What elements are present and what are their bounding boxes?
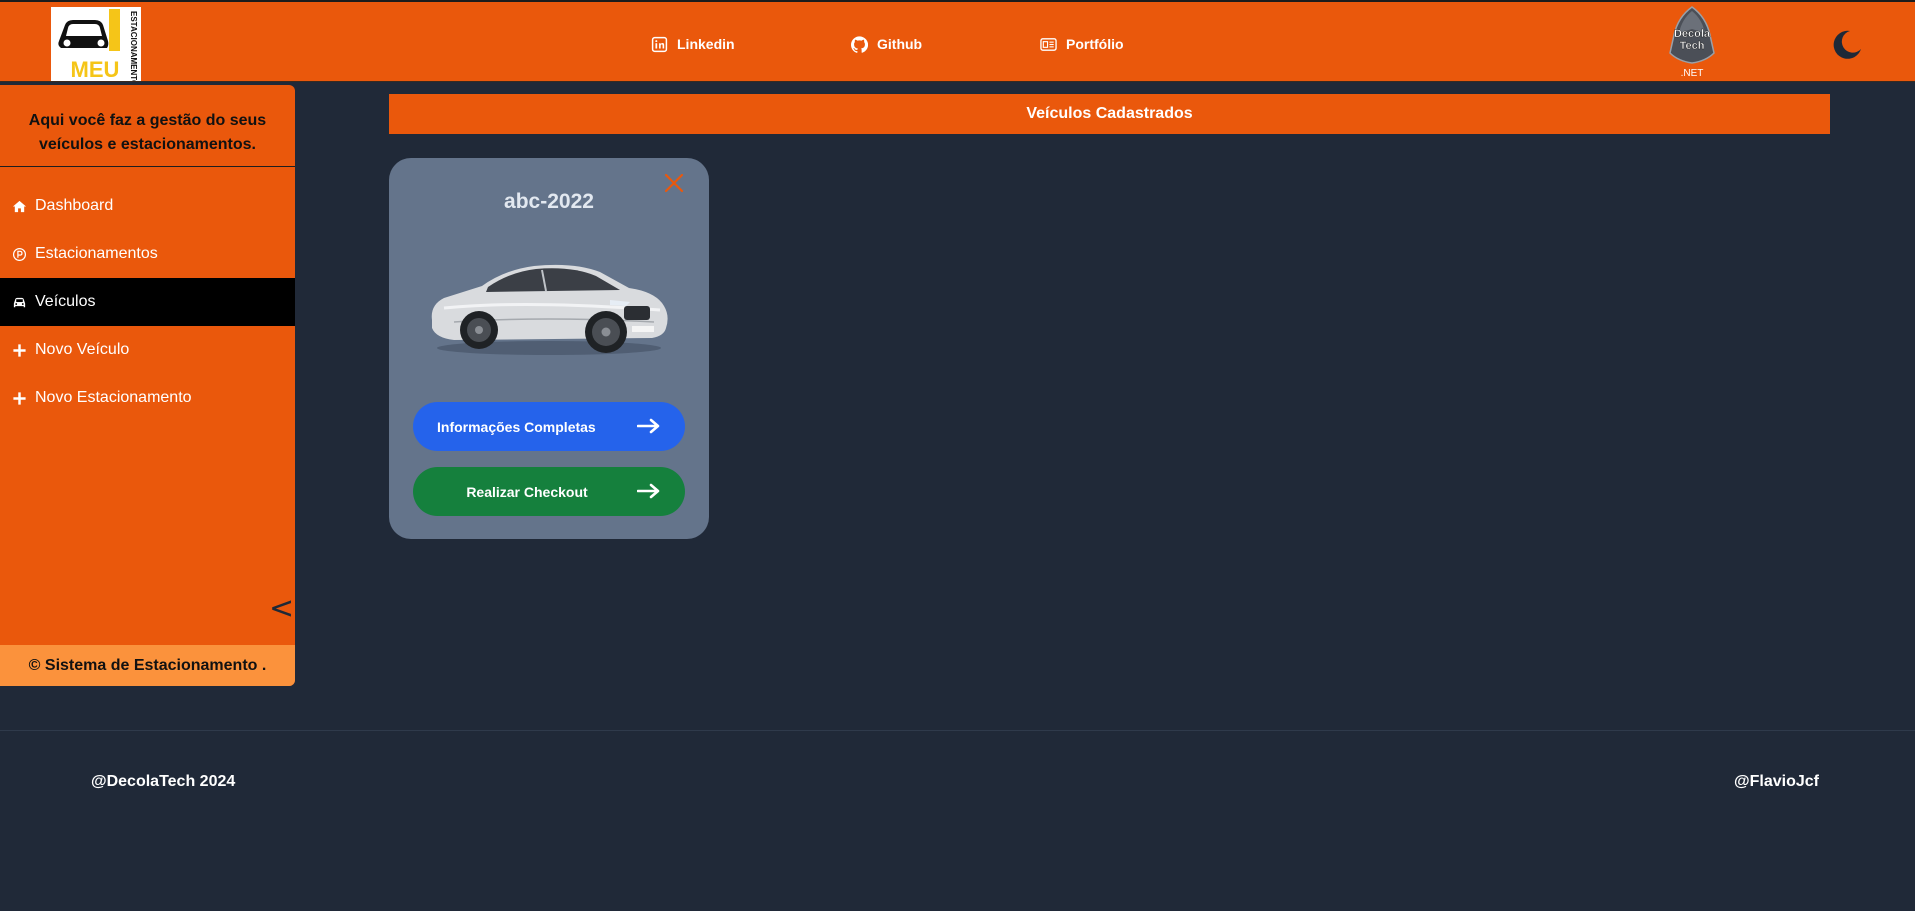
vehicle-image [424,250,674,358]
vehicle-plate: abc-2022 [504,190,594,213]
meu-estacionamento-logo[interactable]: MEU ESTACIONAMENTO [51,7,141,81]
sidebar-item-label: Estacionamentos [35,245,158,262]
sidebar-item-veiculos[interactable]: Veículos [0,278,295,326]
nav-portfolio-label: Portfólio [1066,36,1124,52]
arrow-right-icon [637,481,661,501]
logo-graphic: MEU ESTACIONAMENTO [51,7,141,81]
svg-text:Tech: Tech [1680,40,1705,52]
moon-icon [1833,30,1861,59]
vehicle-card: abc-2022 Informações Completas Realizar … [389,158,709,539]
portfolio-icon [1040,37,1057,51]
sidebar-item-novo-veiculo[interactable]: Novo Veículo [0,326,295,374]
github-icon [851,35,868,53]
home-icon [11,198,27,214]
plus-icon [11,342,27,358]
decolatech-logo: Decola Tech .NET [1664,5,1720,81]
top-navbar: MEU ESTACIONAMENTO Linkedin Github Portf… [0,0,1915,82]
nav-linkedin-label: Linkedin [677,36,735,52]
footer-author: @FlavioJcf [1734,773,1819,790]
nav-portfolio-link[interactable]: Portfólio [1040,32,1124,56]
footer-copyright: @DecolaTech 2024 [91,773,236,790]
checkout-button[interactable]: Realizar Checkout [413,467,685,516]
sidebar-collapse-button[interactable]: < [269,594,294,624]
plus-icon [11,390,27,406]
sidebar-divider [0,166,295,167]
sidebar-item-label: Veículos [35,293,96,310]
full-info-button[interactable]: Informações Completas [413,402,685,451]
sidebar-item-dashboard[interactable]: Dashboard [0,182,295,230]
sidebar-footer: © Sistema de Estacionamento . [0,645,295,686]
linkedin-icon [651,36,668,52]
sidebar-item-label: Novo Estacionamento [35,389,192,406]
decolatech-rocket-icon: Decola Tech [1669,6,1715,64]
sidebar-menu: Dashboard Estacionamentos Veículos Novo … [0,182,295,422]
parking-icon [11,246,27,262]
sidebar-intro-text: Aqui você faz a gestão do seus veículos … [28,112,267,153]
nav-linkedin-link[interactable]: Linkedin [651,32,735,56]
theme-toggle-button[interactable] [1830,27,1864,61]
sidebar-item-novo-estacionamento[interactable]: Novo Estacionamento [0,374,295,422]
page-footer: @DecolaTech 2024 @FlavioJcf [0,730,1915,911]
section-title: Veículos Cadastrados [389,94,1830,134]
car-icon [11,294,27,310]
nav-github-link[interactable]: Github [851,32,922,56]
svg-text:MEU: MEU [71,57,120,81]
sidebar-item-estacionamentos[interactable]: Estacionamentos [0,230,295,278]
sidebar-item-label: Dashboard [35,197,114,214]
svg-text:ESTACIONAMENTO: ESTACIONAMENTO [129,11,138,81]
nav-github-label: Github [877,36,923,52]
sidebar: Aqui você faz a gestão do seus veículos … [0,85,295,686]
svg-text:Decola: Decola [1674,28,1711,40]
arrow-right-icon [637,416,661,436]
decolatech-caption: .NET [1680,68,1704,79]
sidebar-item-label: Novo Veículo [35,341,130,358]
